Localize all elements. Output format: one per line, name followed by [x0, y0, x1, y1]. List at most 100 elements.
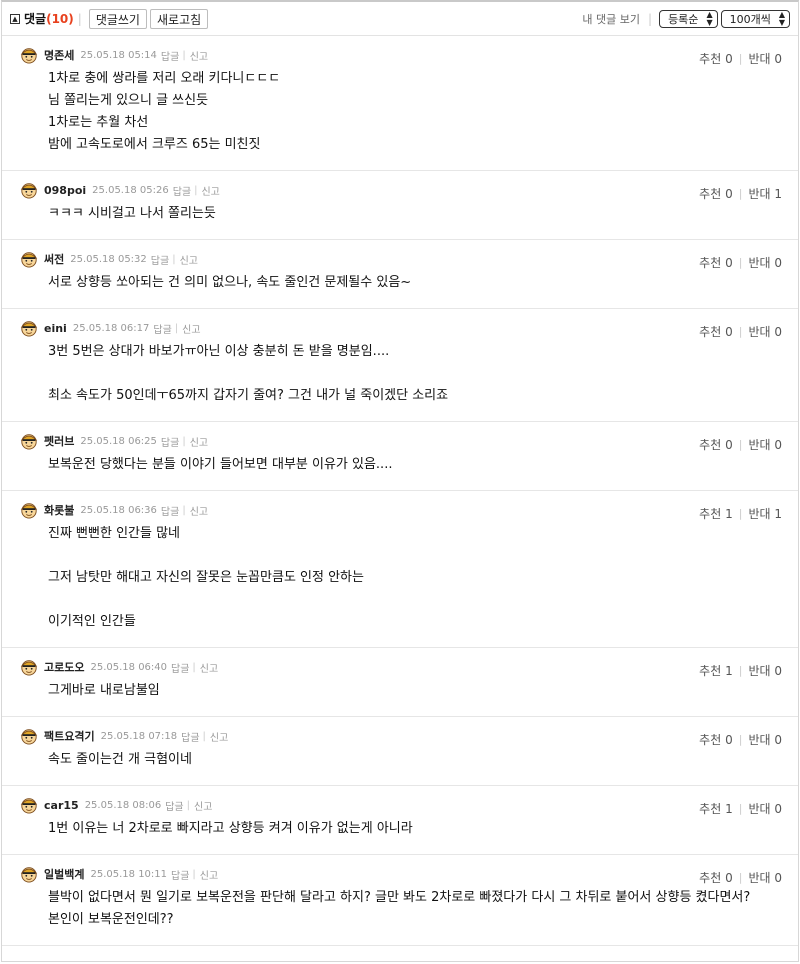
comment-body: 1차로 충에 쌍라를 저리 오래 키다니ㄷㄷㄷ 님 쫄리는게 있으니 글 쓰신듯 1… [48, 68, 782, 156]
report-link[interactable]: 신고 [201, 183, 219, 198]
upvote-button[interactable]: 추천 0 [699, 436, 733, 453]
comment-item: eini 25.05.18 06:17 답글 | 신고 추천 0 | 반대 0 … [2, 309, 798, 422]
avatar-icon[interactable] [20, 250, 38, 268]
report-link[interactable]: 신고 [190, 48, 208, 63]
upvote-button[interactable]: 추천 1 [699, 800, 733, 817]
downvote-button[interactable]: 반대 0 [748, 50, 782, 67]
avatar-icon[interactable] [20, 727, 38, 745]
reply-link[interactable]: 답글 [181, 729, 199, 744]
comment-author[interactable]: 고로도오 [44, 659, 84, 675]
avatar-icon[interactable] [20, 865, 38, 883]
comment-line [48, 363, 782, 385]
comment-author[interactable]: 일벌백계 [44, 866, 84, 882]
report-link[interactable]: 신고 [182, 321, 200, 336]
upvote-button[interactable]: 추천 1 [699, 662, 733, 679]
downvote-button[interactable]: 반대 0 [748, 869, 782, 886]
upvote-count: 0 [725, 256, 733, 270]
downvote-button[interactable]: 반대 0 [748, 436, 782, 453]
comment-date: 25.05.18 07:18 [100, 730, 178, 742]
comment-body: 서로 상향등 쏘아되는 건 의미 없으나, 속도 줄인건 문제될수 있음~ [48, 272, 782, 294]
comment-author[interactable]: 098poi [44, 184, 86, 197]
comment-line: 이기적인 인간들 [48, 614, 136, 629]
report-link[interactable]: 신고 [200, 660, 218, 675]
comment-item: 일벌백계 25.05.18 10:11 답글 | 신고 추천 0 | 반대 0 … [2, 855, 798, 946]
comment-meta: car15 25.05.18 08:06 답글 | 신고 [20, 796, 782, 814]
report-link[interactable]: 신고 [190, 434, 208, 449]
downvote-button[interactable]: 반대 0 [748, 800, 782, 817]
per-page-select[interactable]: 100개씩 ▲ ▼ [720, 9, 790, 28]
upvote-button[interactable]: 추천 0 [699, 185, 733, 202]
divider: | [172, 253, 176, 265]
sort-select[interactable]: 등록순 ▲ ▼ [659, 9, 718, 28]
report-link[interactable]: 신고 [190, 503, 208, 518]
reply-link[interactable]: 답글 [151, 252, 169, 267]
reply-link[interactable]: 답글 [161, 503, 179, 518]
avatar-icon[interactable] [20, 501, 38, 519]
downvote-button[interactable]: 반대 0 [748, 323, 782, 340]
comment-line: 1번 이유는 너 2차로로 빠지라고 상향등 켜겨 이유가 없는게 아니라 [48, 821, 413, 836]
upvote-button[interactable]: 추천 0 [699, 50, 733, 67]
reply-link[interactable]: 답글 [153, 321, 171, 336]
divider: | [174, 322, 179, 334]
avatar-icon[interactable] [20, 46, 38, 64]
divider: | [738, 664, 743, 677]
upvote-button[interactable]: 추천 0 [699, 731, 733, 748]
downvote-label: 반대 [748, 438, 771, 452]
upvote-button[interactable]: 추천 0 [699, 323, 733, 340]
comment-meta: 팩트요격기 25.05.18 07:18 답글 | 신고 [20, 727, 782, 745]
write-comment-button[interactable]: 댓글쓰기 [88, 8, 147, 29]
comment-author[interactable]: car15 [44, 799, 79, 812]
comment-author[interactable]: 팩트요격기 [44, 728, 95, 744]
avatar-icon[interactable] [20, 319, 38, 337]
downvote-button[interactable]: 반대 1 [748, 185, 782, 202]
downvote-button[interactable]: 반대 0 [748, 254, 782, 271]
reply-link[interactable]: 답글 [161, 48, 179, 63]
downvote-label: 반대 [748, 664, 771, 678]
downvote-button[interactable]: 반대 0 [748, 662, 782, 679]
comment-author[interactable]: 써전 [44, 251, 64, 267]
comment-toolbar: ▲ 댓글 (10) | 댓글쓰기 새로고침 내 댓글 보기 | 등록순 ▲ ▼ 1… [2, 2, 798, 36]
reply-link[interactable]: 답글 [165, 798, 183, 813]
upvote-label: 추천 [699, 871, 722, 885]
upvote-count: 0 [725, 438, 733, 452]
report-link[interactable]: 신고 [200, 867, 218, 882]
comment-line: ㅋㅋㅋ 시비걸고 나서 쫄리는듯 [48, 206, 216, 221]
comment-author[interactable]: eini [44, 322, 67, 335]
select-arrows-icon: ▲ ▼ [706, 9, 713, 27]
comment-author[interactable]: 명존세 [44, 47, 74, 63]
divider: | [738, 256, 743, 269]
upvote-label: 추천 [699, 733, 722, 747]
upvote-button[interactable]: 추천 1 [699, 505, 733, 522]
downvote-count: 1 [774, 187, 782, 201]
upvote-count: 0 [725, 325, 733, 339]
report-link[interactable]: 신고 [180, 252, 198, 267]
avatar-icon[interactable] [20, 658, 38, 676]
vote-box: 추천 0 | 반대 0 [699, 323, 782, 340]
avatar-icon[interactable] [20, 432, 38, 450]
reply-link[interactable]: 답글 [173, 183, 191, 198]
divider: | [192, 661, 196, 673]
avatar-icon[interactable] [20, 796, 38, 814]
avatar-icon[interactable] [20, 181, 38, 199]
upvote-button[interactable]: 추천 0 [699, 869, 733, 886]
comment-author[interactable]: 펫러브 [44, 433, 74, 449]
divider: | [738, 52, 743, 65]
collapse-icon[interactable]: ▲ [10, 13, 20, 24]
comment-meta: 펫러브 25.05.18 06:25 답글 | 신고 [20, 432, 782, 450]
sort-select-value: 등록순 [668, 12, 699, 26]
downvote-button[interactable]: 반대 1 [748, 505, 782, 522]
comment-line: 최소 속도가 50인데ㅜ65까지 갑자기 줄여? 그건 내가 널 죽이겠단 소리… [48, 388, 449, 403]
report-link[interactable]: 신고 [194, 798, 212, 813]
comment-author[interactable]: 화롯불 [44, 502, 74, 518]
downvote-button[interactable]: 반대 0 [748, 731, 782, 748]
reply-link[interactable]: 답글 [171, 867, 189, 882]
divider: | [202, 730, 206, 742]
my-comments-link[interactable]: 내 댓글 보기 [582, 11, 640, 27]
toolbar-right: 내 댓글 보기 | 등록순 ▲ ▼ 100개씩 ▲ ▼ [582, 9, 790, 28]
report-link[interactable]: 신고 [210, 729, 228, 744]
reply-link[interactable]: 답글 [171, 660, 189, 675]
reply-link[interactable]: 답글 [161, 434, 179, 449]
refresh-button[interactable]: 새로고침 [149, 8, 209, 29]
downvote-count: 0 [774, 52, 782, 66]
upvote-button[interactable]: 추천 0 [699, 254, 733, 271]
